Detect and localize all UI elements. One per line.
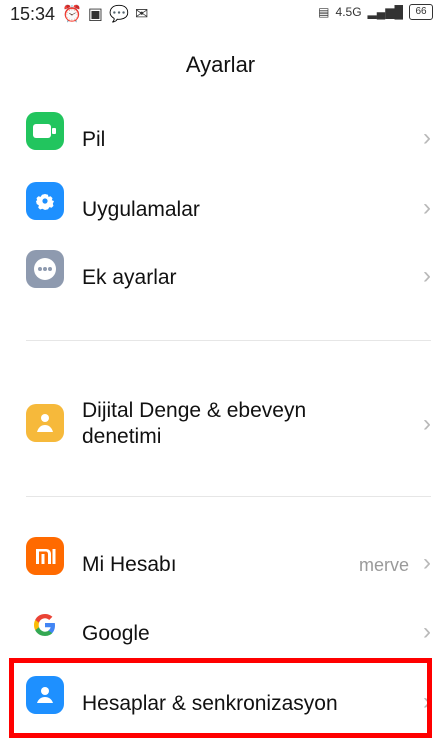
status-right: ▤ 4.5G ▂▄▆█ 66 [318, 4, 433, 20]
settings-item-apps[interactable]: Uygulamalar › [0, 182, 441, 238]
chevron-right-icon: › [423, 410, 431, 437]
settings-item-additional[interactable]: Ek ayarlar › [0, 250, 441, 306]
signal-icon: ▂▄▆█ [367, 5, 403, 19]
settings-item-label: Uygulamalar [82, 198, 200, 221]
chevron-right-icon: › [423, 618, 431, 645]
settings-item-label: Google [82, 622, 150, 645]
nfc-icon: ▣ [87, 6, 104, 23]
settings-item-label-line1: Dijital Denge & ebeveyn [82, 399, 307, 422]
google-icon [26, 606, 64, 644]
mi-icon [26, 537, 64, 575]
status-bar: 15:34 ⏰ ▣ 💬 ✉ ▤ 4.5G ▂▄▆█ 66 [0, 0, 441, 28]
page-title: Ayarlar [185, 52, 256, 77]
gmail-icon: ✉ [134, 6, 149, 23]
settings-item-label-line2: denetimi [82, 425, 162, 448]
settings-item-digital-wellbeing[interactable]: Dijital Denge & ebeveyn denetimi › [0, 392, 441, 458]
divider [26, 340, 431, 341]
divider [26, 496, 431, 497]
message-icon: 💬 [109, 6, 129, 23]
gear-icon [26, 182, 64, 220]
settings-item-mi-account[interactable]: Mi Hesabı merve › [0, 537, 441, 593]
battery-icon [26, 112, 64, 150]
settings-item-battery[interactable]: Pil › [0, 112, 441, 168]
chevron-right-icon: › [423, 549, 431, 576]
family-icon [26, 404, 64, 442]
volte-icon: ▤ [318, 5, 330, 19]
status-left-icons: ⏰ ▣ 💬 ✉ [62, 4, 148, 24]
settings-screen: 15:34 ⏰ ▣ 💬 ✉ ▤ 4.5G ▂▄▆█ 66 Ayarlar Pil… [0, 0, 441, 747]
settings-item-label: Mi Hesabı [82, 553, 177, 576]
status-time: 15:34 [10, 4, 56, 24]
settings-item-label: Pil [82, 128, 106, 151]
mi-account-username: merve [358, 555, 409, 575]
highlight-box [9, 658, 432, 738]
settings-item-google[interactable]: Google › [0, 606, 441, 662]
battery-icon: 66 [409, 4, 433, 20]
alarm-icon: ⏰ [62, 6, 82, 23]
chevron-right-icon: › [423, 124, 431, 151]
chevron-right-icon: › [423, 194, 431, 221]
more-icon [26, 250, 64, 288]
chevron-right-icon: › [423, 262, 431, 289]
settings-item-label: Dijital Denge & ebeveyn denetimi [82, 398, 306, 450]
settings-item-label: Ek ayarlar [82, 266, 177, 289]
network-label: 4.5G [335, 5, 362, 19]
